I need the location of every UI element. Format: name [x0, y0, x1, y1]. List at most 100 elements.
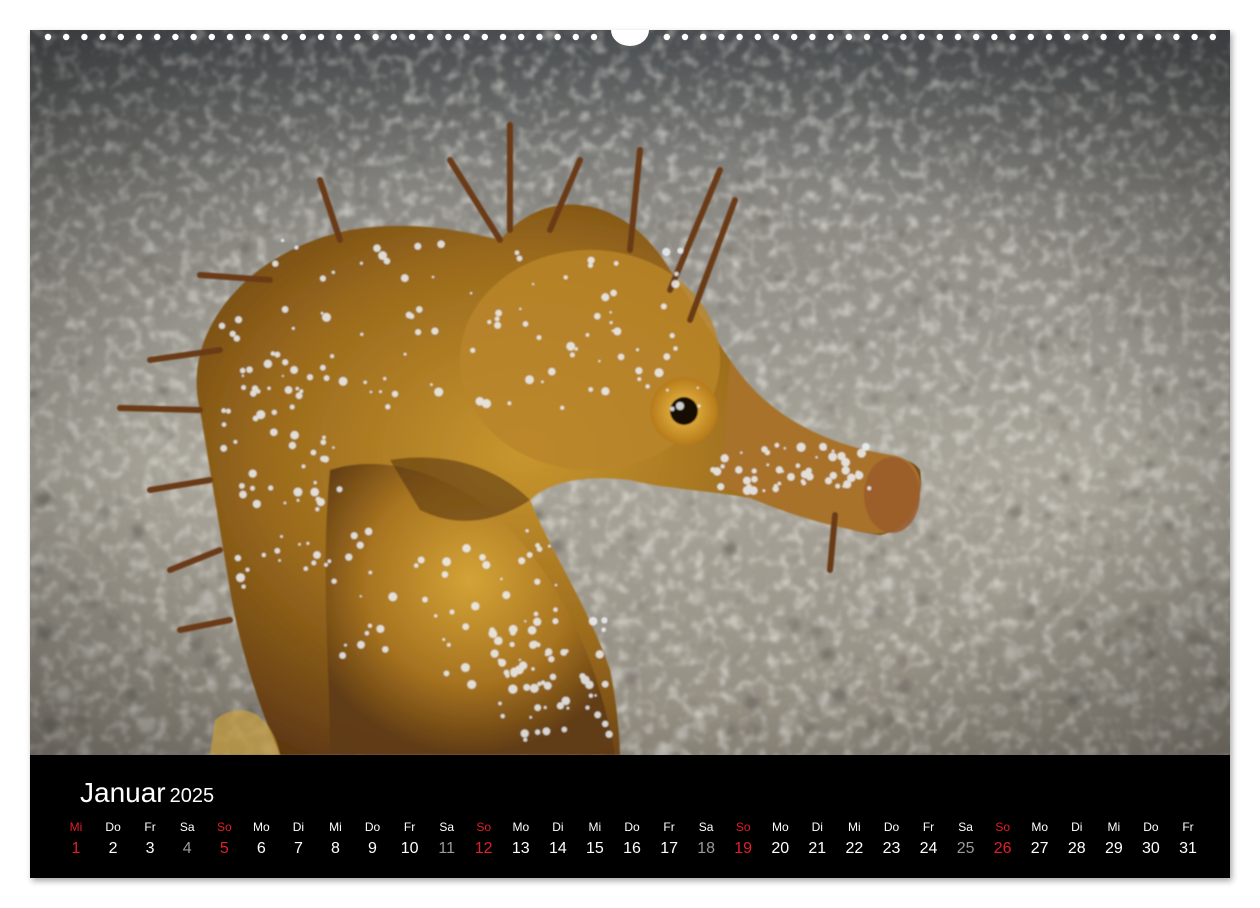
weekday-label: Sa — [439, 820, 455, 834]
hanger-notch — [611, 30, 649, 46]
day-number: 27 — [1030, 840, 1049, 857]
binding-hole — [827, 33, 834, 41]
binding-hole — [1082, 33, 1089, 41]
calendar-day: Fr 17 — [651, 819, 687, 861]
binding-hole — [918, 33, 925, 41]
binding-hole — [445, 33, 452, 41]
day-number: 26 — [993, 840, 1012, 857]
binding-hole — [754, 33, 761, 41]
weekday-label: Mo — [512, 820, 530, 834]
binding-hole — [372, 33, 379, 41]
binding-hole — [882, 33, 889, 41]
calendar-day: Mo 13 — [503, 819, 539, 861]
binding-hole — [281, 33, 288, 41]
year-label: 2025 — [169, 785, 215, 807]
day-number: 22 — [845, 840, 864, 857]
weekday-label: Fr — [1182, 820, 1194, 834]
calendar-day: Fr 10 — [392, 819, 428, 861]
weekday-label: Mi — [329, 820, 342, 834]
binding-hole — [991, 33, 998, 41]
calendar-day: Fr 31 — [1170, 819, 1206, 861]
weekday-label: Fr — [922, 820, 935, 834]
day-number: 11 — [438, 840, 455, 857]
binding-hole — [936, 33, 943, 41]
binding-hole — [700, 33, 707, 41]
binding-hole — [44, 33, 52, 41]
weekday-label: Mi — [69, 820, 83, 834]
binding-hole — [1209, 33, 1217, 41]
weekday-label: Do — [105, 820, 121, 834]
day-number: 31 — [1179, 840, 1197, 857]
day-number: 3 — [145, 840, 155, 857]
binding-hole — [117, 33, 125, 41]
calendar-day: Mo 20 — [762, 819, 798, 861]
binding-hole — [135, 33, 143, 41]
calendar-day: Di 21 — [799, 819, 835, 861]
binding-hole — [954, 33, 962, 41]
binding-hole — [772, 33, 780, 41]
weekday-label: Sa — [698, 820, 714, 834]
day-number: 29 — [1104, 840, 1123, 857]
calendar-band: Januar 2025 Mi 1 Do 2 Fr 3 Sa 4 So 5 Mo 6 Di 7 Mi 8 Do 9 Fr… — [30, 755, 1230, 878]
day-number: 20 — [771, 840, 790, 857]
binding-hole — [1027, 33, 1034, 41]
binding-hole — [408, 33, 416, 41]
calendar-day: So 12 — [466, 819, 502, 861]
weekday-label: Mo — [771, 820, 789, 834]
binding-hole — [336, 33, 343, 41]
day-number: 16 — [623, 840, 641, 857]
calendar-day: Do 9 — [355, 819, 391, 861]
calendar-day: Mi 1 — [58, 819, 94, 861]
month-name: Januar — [80, 777, 166, 808]
binding-hole — [154, 33, 161, 41]
binding-hole — [536, 33, 543, 41]
binding-hole — [226, 33, 234, 41]
binding-hole — [1100, 33, 1107, 41]
calendar-day: Di 14 — [540, 819, 576, 861]
weekday-label: Mo — [1031, 820, 1049, 834]
binding-hole — [499, 33, 507, 41]
weekday-label: Fr — [663, 820, 675, 834]
binding-hole — [518, 33, 525, 41]
binding-hole — [427, 33, 434, 41]
calendar-day: Sa 25 — [948, 819, 984, 861]
binding-hole — [809, 33, 816, 41]
weekday-label: Di — [552, 820, 564, 834]
calendar-day: Mi 8 — [318, 819, 354, 861]
calendar-day: Sa 18 — [688, 819, 724, 861]
calendar-title: Januar 2025 — [80, 777, 214, 809]
binding-hole — [63, 33, 70, 41]
binding-hole — [354, 33, 361, 41]
binding-hole — [317, 33, 325, 41]
day-number: 9 — [368, 840, 377, 857]
day-number: 28 — [1067, 840, 1086, 857]
binding-hole — [1045, 33, 1053, 41]
calendar-day: Do 30 — [1133, 819, 1169, 861]
day-number: 1 — [71, 840, 81, 857]
day-number: 23 — [882, 840, 901, 857]
day-number: 24 — [919, 840, 938, 857]
calendar-day: Fr 3 — [132, 819, 168, 861]
binding-hole — [1136, 33, 1144, 41]
day-number: 4 — [182, 840, 192, 857]
binding-hole — [1118, 33, 1126, 41]
weekday-label: So — [216, 820, 232, 834]
binding-hole — [99, 33, 106, 41]
binding-hole — [463, 33, 470, 41]
binding-hole — [190, 33, 197, 41]
calendar-day: Sa 11 — [429, 819, 465, 861]
binding-hole — [245, 33, 252, 41]
photo — [30, 30, 1230, 755]
binding-hole — [1064, 33, 1071, 41]
day-number: 14 — [548, 840, 567, 857]
day-number: 30 — [1141, 840, 1160, 857]
calendar-day: Mi 15 — [577, 819, 613, 861]
day-number: 19 — [734, 840, 753, 857]
weekday-label: Fr — [144, 820, 156, 834]
day-number: 5 — [219, 840, 229, 857]
calendar-day: Do 2 — [95, 819, 131, 861]
binding-holes — [44, 30, 1217, 46]
binding-hole — [590, 33, 598, 41]
binding-hole — [208, 33, 215, 41]
binding-hole — [791, 33, 798, 41]
